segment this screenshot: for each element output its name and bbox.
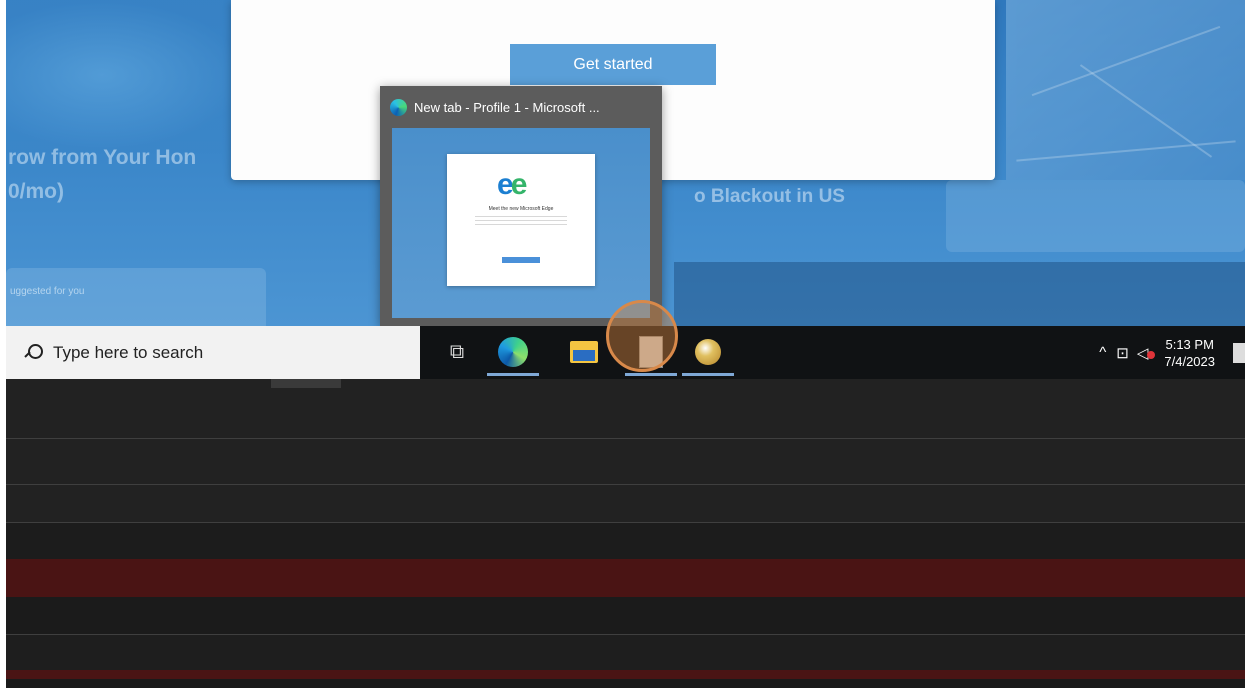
row-highlighted [6,559,1245,597]
edge-icon [390,98,407,116]
background-image [6,0,246,150]
clock-date: 7/4/2023 [1164,353,1215,369]
news-headline: row from Your Hon [8,146,197,169]
thumbnail-body-text [475,216,567,226]
edge-taskbar-button[interactable] [487,334,539,376]
edge-icon [498,337,528,367]
thumbnail-dialog: ee Meet the new Microsoft Edge [447,154,595,286]
user-app-button[interactable] [682,334,734,376]
notification-icon[interactable] [1233,342,1245,363]
folder-icon [570,341,598,363]
chevron-up-icon[interactable]: ^ [1099,344,1106,361]
taskbar-search-box[interactable]: Type here to search [6,326,420,379]
preview-title-text: New tab - Profile 1 - Microsoft ... [414,99,600,115]
network-icon[interactable]: ⊡ [1116,344,1129,362]
suggested-card: uggested for you [6,268,266,326]
preview-title: New tab - Profile 1 - Microsoft ... [390,96,654,118]
news-headline-price: 0/mo) [8,180,65,203]
file-explorer-button[interactable] [566,334,602,370]
row-divider [6,484,1245,485]
row [6,635,1245,670]
click-highlight [606,300,678,372]
active-indicator [625,373,677,376]
user-app-icon [695,339,721,365]
suggested-label: uggested for you [10,286,85,297]
search-icon [23,343,43,363]
news-card [946,180,1245,252]
thumbnail-button [502,257,540,263]
taskbar-thumbnail-preview[interactable]: New tab - Profile 1 - Microsoft ... ee M… [380,86,662,326]
map-tile [1006,0,1245,180]
row [6,523,1245,559]
edge-logo-icon: ee [497,168,527,201]
active-indicator [487,373,539,376]
panel-notch [271,379,341,388]
clock-time: 5:13 PM [1165,336,1214,352]
active-indicator [682,373,734,376]
preview-thumbnail[interactable]: ee Meet the new Microsoft Edge [392,128,650,318]
clock[interactable]: 5:13 PM 7/4/2023 [1164,336,1215,370]
news-headline-blackout: o Blackout in US [694,186,845,207]
task-view-icon[interactable]: ⧉ [439,334,475,370]
news-card-image [674,262,1245,326]
row-highlighted [6,670,1245,679]
left-edge [0,0,6,688]
lower-panel [6,379,1245,688]
search-placeholder: Type here to search [53,342,204,362]
row [6,679,1245,688]
system-tray: ^ ⊡ ◁ 5:13 PM 7/4/2023 [1099,326,1245,379]
volume-muted-icon[interactable]: ◁ [1137,344,1155,362]
thumbnail-heading: Meet the new Microsoft Edge [488,206,554,212]
row [6,597,1245,634]
row-divider [6,438,1245,439]
get-started-button[interactable]: Get started [510,44,716,85]
